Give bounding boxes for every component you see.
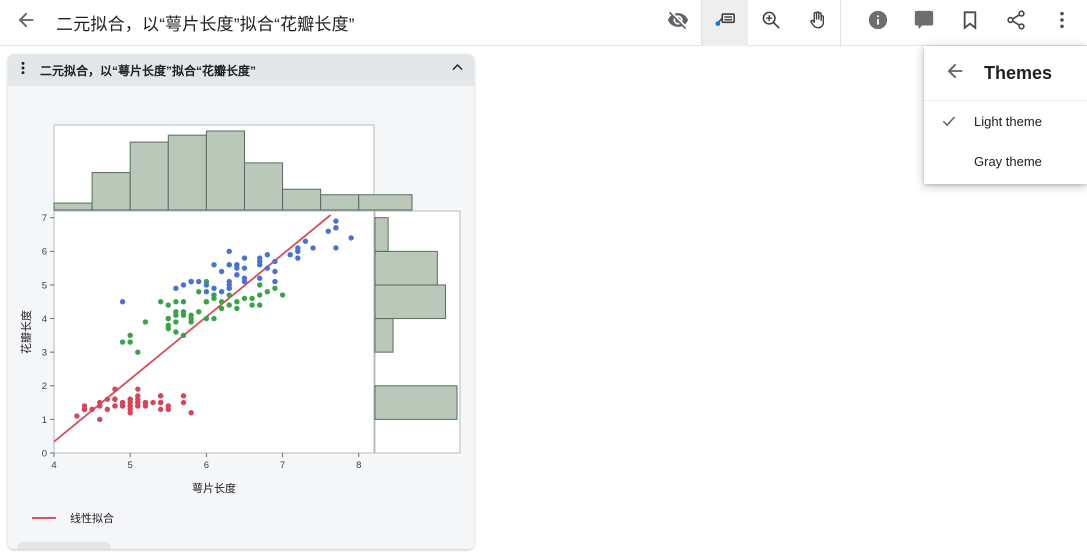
comment-button[interactable] — [901, 0, 947, 46]
svg-text:8: 8 — [356, 460, 361, 471]
theme-option-gray-label: Gray theme — [974, 153, 1042, 169]
svg-text:6: 6 — [204, 460, 209, 471]
themes-title: Themes — [984, 62, 1053, 83]
info-button[interactable] — [855, 0, 901, 46]
svg-text:1: 1 — [42, 415, 47, 426]
svg-text:6: 6 — [42, 247, 47, 258]
zoom-in-icon — [760, 9, 782, 36]
chevron-down-icon — [85, 547, 100, 549]
chart-plot[interactable]: 0 1 2 3 4 5 6 7 4 5 6 7 8 萼片长度 花瓣长度线性拟合 — [8, 86, 474, 549]
svg-text:7: 7 — [42, 213, 47, 224]
svg-text:7: 7 — [280, 460, 285, 471]
arrow-back-icon — [944, 60, 966, 87]
more-vert-icon — [15, 60, 31, 81]
themes-header: Themes — [924, 46, 1087, 101]
hide-button[interactable] — [655, 0, 701, 46]
svg-text:花瓣长度: 花瓣长度 — [19, 310, 33, 354]
pan-hand-icon — [806, 9, 828, 36]
more-button[interactable] — [1039, 0, 1085, 46]
zoom-button[interactable] — [748, 0, 794, 46]
data-labels-icon — [714, 9, 736, 36]
bookmark-icon — [959, 9, 981, 36]
chart-svg: 0 1 2 3 4 5 6 7 4 5 6 7 8 萼片长度 花瓣长度线性拟合 — [19, 124, 461, 525]
theme-option-light[interactable]: Light theme — [924, 101, 1087, 141]
back-button[interactable] — [4, 0, 48, 46]
svg-text:3: 3 — [42, 348, 47, 359]
svg-text:4: 4 — [42, 314, 47, 325]
chart-card-menu-button[interactable] — [8, 54, 38, 86]
page-title: 二元拟合，以“萼片长度”拟合“花瓣长度” — [56, 15, 355, 34]
chart-card-title: 二元拟合，以“萼片长度”拟合“花瓣长度” — [40, 63, 257, 78]
svg-text:2: 2 — [42, 381, 47, 392]
fit-type-dropdown[interactable]: 线性拟合 — [18, 542, 111, 550]
chevron-up-icon — [449, 59, 466, 81]
data-labels-button[interactable] — [702, 0, 748, 46]
more-vert-icon — [1051, 9, 1073, 36]
themes-panel: Themes Light theme Gray theme — [924, 46, 1087, 184]
svg-text:4: 4 — [51, 460, 56, 471]
check-icon — [924, 112, 974, 130]
app-bar: 二元拟合，以“萼片长度”拟合“花瓣长度” — [0, 0, 1087, 46]
chart-card-header: 二元拟合，以“萼片长度”拟合“花瓣长度” — [8, 54, 474, 86]
chart-card-collapse-button[interactable] — [440, 54, 474, 86]
share-icon — [1005, 9, 1027, 36]
toolbar-group-visibility — [655, 0, 701, 46]
comment-icon — [913, 9, 935, 36]
chart-card: 二元拟合，以“萼片长度”拟合“花瓣长度” 0 1 2 3 4 5 6 7 4 5 6 7 8 萼片长度 花瓣… — [8, 54, 474, 549]
svg-text:5: 5 — [128, 460, 133, 471]
svg-text:5: 5 — [42, 280, 47, 291]
share-button[interactable] — [993, 0, 1039, 46]
svg-text:萼片长度: 萼片长度 — [192, 481, 236, 495]
svg-text:线性拟合: 线性拟合 — [70, 511, 114, 525]
theme-option-light-label: Light theme — [974, 113, 1042, 129]
toolbar-group-tools — [702, 0, 840, 46]
info-icon — [867, 9, 889, 36]
chart-card-body: 0 1 2 3 4 5 6 7 4 5 6 7 8 萼片长度 花瓣长度线性拟合 线性拟合 — [8, 86, 474, 549]
toolbar-group-actions — [841, 0, 1087, 46]
theme-option-gray[interactable]: Gray theme — [924, 141, 1087, 181]
themes-back-button[interactable] — [942, 60, 968, 86]
svg-text:0: 0 — [42, 448, 47, 459]
hide-icon — [667, 9, 689, 36]
pan-button[interactable] — [794, 0, 840, 46]
bookmark-button[interactable] — [947, 0, 993, 46]
arrow-back-icon — [15, 9, 37, 36]
fit-type-dropdown-label: 线性拟合 — [30, 549, 78, 550]
